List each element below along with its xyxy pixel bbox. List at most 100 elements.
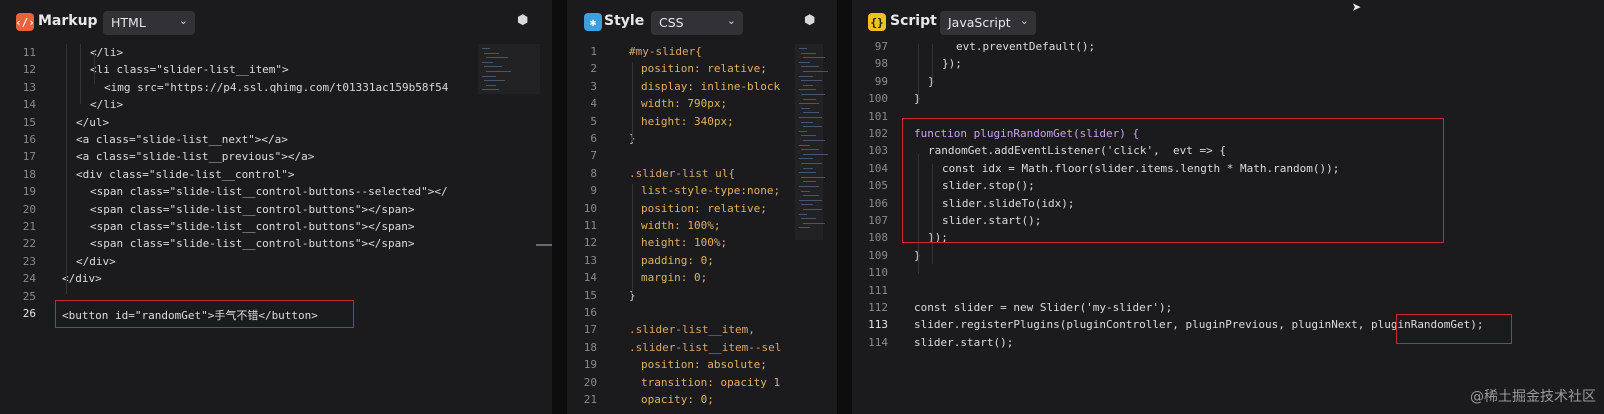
markup-minimap[interactable] [478,44,540,94]
line-number: 24 [22,272,36,286]
minimap-line [484,66,502,68]
minimap-line [801,66,819,68]
line-number: 15 [22,115,36,129]
line-number: 9 [590,184,597,198]
line-number: 98 [874,57,888,71]
minimap-line [482,48,490,49]
line-number: 10 [583,201,597,215]
minimap-line [801,80,822,82]
minimap-line [803,140,825,141]
code-line: evt.preventDefault(); [956,40,1096,53]
gear-icon[interactable]: ⬢ [517,14,531,28]
code-line: const slider = new Slider('my-slider'); [914,301,1173,314]
minimap-line [799,48,807,49]
line-number: 111 [868,283,888,297]
indent-guide [80,44,81,104]
minimap-line [799,61,810,63]
code-line: </li> [90,98,124,112]
minimap-line [484,52,499,54]
code-line: <span class="slide-list__control-buttons… [90,237,415,251]
style-header: ✱ Style CSS ⌄ ⬢ [567,0,837,44]
script-language-select[interactable]: JavaScript ⌄ [940,11,1036,35]
mouse-pointer-icon: ➤ [1352,0,1362,17]
line-number: 11 [22,46,36,59]
minimap-line [799,199,822,201]
line-number: 113 [868,318,888,332]
css-icon: ✱ [584,13,602,31]
line-number: 13 [583,253,597,267]
gear-icon[interactable]: ⬢ [804,14,818,28]
line-number: 14 [583,271,597,285]
style-minimap[interactable] [795,44,828,240]
minimap-line [799,186,819,187]
minimap-line [801,190,810,192]
script-function-highlight-box [902,118,1444,243]
minimap-line [803,84,813,86]
line-number: 108 [868,231,888,245]
line-number: 25 [22,289,36,303]
chevron-down-icon: ⌄ [726,14,736,27]
script-header: {} Script JavaScript ⌄ ➤ [852,0,1604,44]
minimap-line [799,227,810,229]
code-line: </div> [76,254,116,268]
code-line: position: absolute; [641,358,767,372]
line-number: 8 [590,166,597,180]
line-number: 11 [583,219,597,232]
code-line: #my-slider{ [629,45,702,58]
markup-title: Markup [38,13,98,29]
style-language-label: CSS [659,15,684,30]
line-number: 97 [874,40,888,53]
code-line: .slider-list__item--sel [629,340,782,354]
line-number: 20 [22,202,36,216]
line-number: 4 [590,97,597,111]
style-title: Style [604,13,645,29]
code-line: }); [942,57,962,71]
line-number: 13 [22,80,36,94]
line-number: 103 [868,144,888,158]
indent-guide [632,184,633,294]
line-number: 21 [583,393,597,406]
minimap-line [801,121,813,123]
code-line: <li class="slider-list__item"> [90,63,289,77]
code-line: position: relative; [641,62,767,76]
code-line: .slider-list__item, [629,323,755,337]
markup-code-editor[interactable]: 11 </li> 12 <li class="slider-list__item"> 1… [0,44,552,414]
code-line: </ul> [76,115,110,129]
line-number: 109 [868,248,888,262]
indent-guide [632,62,633,142]
minimap-line [803,98,816,100]
line-number: 12 [22,63,36,77]
line-number: 18 [22,167,36,181]
html-icon: ‹/› [15,13,35,31]
line-number: 102 [868,127,888,140]
minimap-line [803,57,825,59]
minimap-line [799,158,813,160]
markup-highlight-box [55,300,354,328]
line-number: 110 [868,266,888,280]
line-number: 12 [583,236,597,250]
line-number: 114 [868,335,888,349]
minimap-line [803,153,828,155]
line-number: 7 [590,149,597,163]
code-line: opacity: 0; [641,393,714,406]
code-line: height: 100%; [641,236,728,250]
code-line: position: relative; [641,201,767,215]
minimap-line [482,61,493,63]
line-number: 99 [874,74,888,88]
code-line: <div class="slide-list__control"> [76,167,295,181]
line-number: 19 [583,358,597,372]
line-number: 16 [583,306,597,319]
code-line: <a class="slide-list__next"></a> [76,133,288,146]
line-number: 101 [868,109,888,123]
line-number: 2 [590,62,597,76]
minimap-line [482,75,496,77]
style-language-select[interactable]: CSS ⌄ [651,11,743,35]
minimap-line [801,94,825,95]
minimap-line [486,84,496,86]
line-number: 106 [868,196,888,210]
minimap-line [803,112,819,114]
js-icon: {} [868,13,886,31]
markup-language-select[interactable]: HTML ⌄ [103,11,195,35]
markup-scrollbar[interactable] [536,244,552,246]
minimap-line [803,209,822,210]
